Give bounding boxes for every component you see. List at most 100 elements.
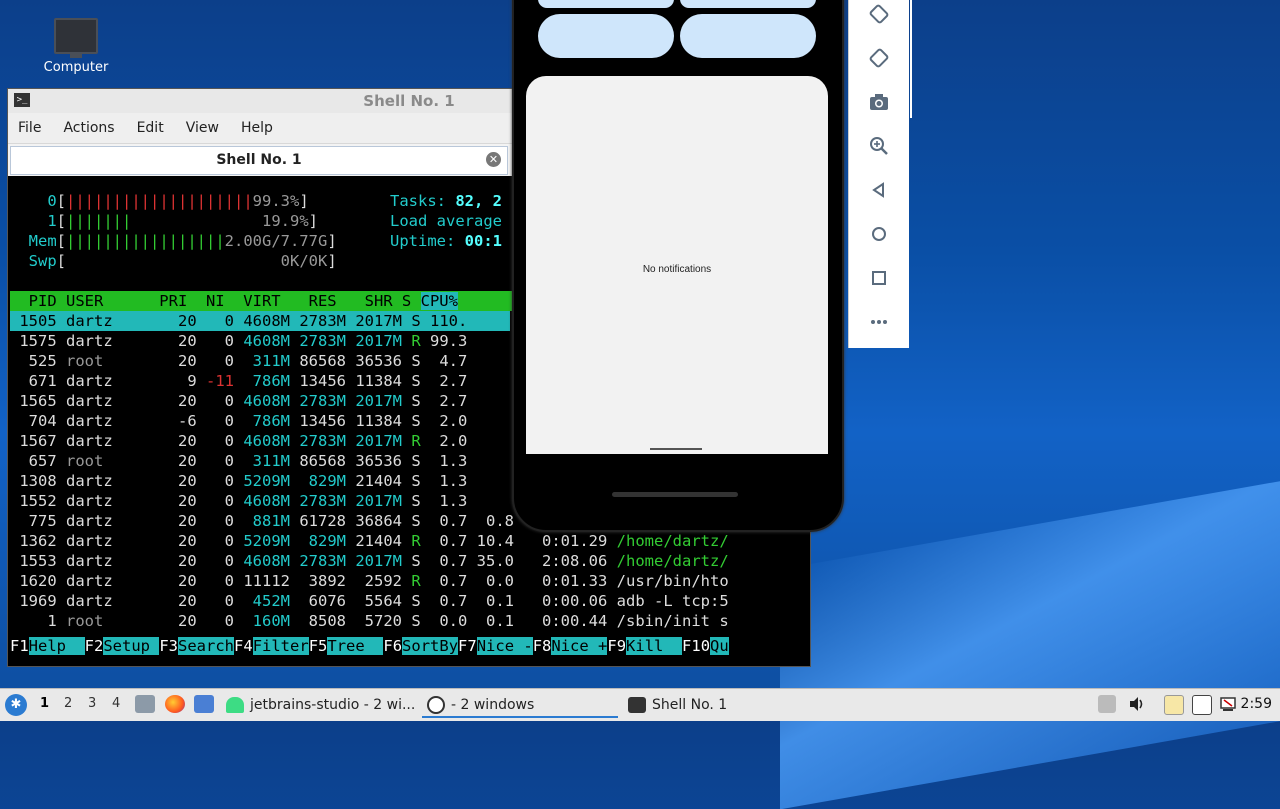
process-row[interactable]: 1620 dartz 20 0 11112 3892 2592 R 0.7 0.… (10, 571, 728, 591)
home-icon[interactable] (867, 222, 891, 246)
fkey-f7-label[interactable]: Nice - (476, 637, 533, 655)
column-headers[interactable]: PID USER PRI NI VIRT RES SHR S (10, 292, 421, 310)
task-jetbrains-studio[interactable]: jetbrains-studio - 2 wi... (226, 693, 415, 717)
menu-edit[interactable]: Edit (137, 120, 164, 136)
cell-pri: 20 (150, 312, 197, 330)
process-row[interactable]: 1 root 20 0 160M 8508 5720 S 0.0 0.1 0:0… (10, 611, 728, 631)
cell-mem: 0.0 (467, 572, 515, 590)
fkey-f3-label[interactable]: Search (178, 637, 235, 655)
cell-mem (467, 392, 514, 410)
process-row[interactable]: 1505 dartz 20 0 4608M 2783M 2017M S 110. (10, 311, 510, 331)
zoom-icon[interactable] (867, 134, 891, 158)
fkey-f9: F9 (607, 637, 627, 655)
cell-cpu: 0.7 (420, 592, 468, 610)
network-icon[interactable] (1219, 695, 1237, 713)
volume-icon[interactable] (1128, 695, 1146, 713)
quick-setting-tile[interactable] (680, 0, 816, 8)
computer-desktop-icon[interactable]: Computer (36, 18, 116, 75)
cell-shr: 21404 (346, 472, 402, 490)
fkey-f8-label[interactable]: Nice + (551, 637, 608, 655)
android-emulator-screen[interactable]: No notifications (512, 0, 844, 532)
rotate-right-icon[interactable] (867, 46, 891, 70)
cell-pid: 1308 (10, 472, 57, 490)
no-notifications-text: No notifications (642, 264, 712, 275)
start-menu-icon[interactable]: ✱ (5, 694, 27, 716)
meter-bar: ||||||||||||||||| (66, 232, 225, 250)
cell-res: 61728 (290, 512, 346, 530)
cell-res: 13456 (290, 412, 346, 430)
cell-mem (467, 312, 514, 330)
cell-virt: 4608M (234, 552, 290, 570)
menu-actions[interactable]: Actions (63, 120, 114, 136)
fkey-f9-label[interactable]: Kill (626, 637, 683, 655)
rotate-left-icon[interactable] (867, 2, 891, 26)
meter-value: 19.9% (262, 212, 309, 230)
desktop-icon[interactable] (194, 695, 214, 713)
cell-mem (467, 452, 514, 470)
fkey-f5-label[interactable]: Tree (327, 637, 384, 655)
cell-time: 0:01.29 (514, 532, 608, 550)
cell-shr: 2017M (346, 332, 402, 350)
cell-s: S (402, 552, 421, 570)
cell-virt: 4608M (234, 492, 290, 510)
cell-virt: 4608M (234, 392, 290, 410)
meter-bar: |||||||||||||||||||| (66, 192, 253, 210)
back-icon[interactable] (867, 178, 891, 202)
process-row[interactable]: 1362 dartz 20 0 5209M 829M 21404 R 0.7 1… (10, 531, 728, 551)
process-row[interactable]: 1553 dartz 20 0 4608M 2783M 2017M S 0.7 … (10, 551, 728, 571)
cell-pri: 20 (150, 472, 197, 490)
quick-setting-tile[interactable] (538, 14, 674, 58)
update-notifier-icon[interactable] (1098, 695, 1116, 713)
workspace-2[interactable]: 2 (64, 696, 72, 711)
cell-shr: 2017M (346, 312, 402, 330)
emulator-icon (427, 696, 445, 714)
camera-icon[interactable] (867, 90, 891, 114)
workspace-4[interactable]: 4 (112, 696, 120, 711)
cell-mem (467, 492, 514, 510)
fkey-f2-label[interactable]: Setup (103, 637, 160, 655)
cell-cpu: 2.0 (420, 432, 468, 450)
tab-shell-1[interactable]: Shell No. 1 ✕ (10, 146, 508, 175)
cell-mem: 0.8 (467, 512, 515, 530)
notification-panel[interactable]: No notifications (526, 76, 828, 454)
fkey-f10-label[interactable]: Qu (710, 637, 729, 655)
fkey-f6-label[interactable]: SortBy (402, 637, 459, 655)
cell-cpu: 2.0 (420, 412, 468, 430)
cell-pri: 20 (150, 352, 197, 370)
cell-pid: 1362 (10, 532, 57, 550)
quick-setting-tile[interactable] (680, 14, 816, 58)
cpu-column-header[interactable]: CPU% (420, 292, 458, 310)
gesture-nav-pill[interactable] (612, 492, 738, 497)
workspace-1[interactable]: 1 (40, 696, 49, 711)
cell-ni: 0 (196, 532, 234, 550)
menu-view[interactable]: View (186, 120, 219, 136)
cell-pid: 1575 (10, 332, 57, 350)
workspace-3[interactable]: 3 (88, 696, 96, 711)
fkey-f4-label[interactable]: Filter (252, 637, 309, 655)
task-shell[interactable]: Shell No. 1 (628, 693, 727, 717)
fkey-f1-label[interactable]: Help (28, 637, 85, 655)
tasks-summary: Tasks: 82, 2 (390, 191, 502, 211)
meter-label: Swp (28, 252, 57, 270)
panel-drag-handle[interactable] (650, 448, 702, 450)
menu-file[interactable]: File (18, 120, 41, 136)
file-manager-icon[interactable] (135, 695, 155, 713)
clock[interactable]: 2:59 (1241, 696, 1272, 712)
overview-icon[interactable] (867, 266, 891, 290)
fkey-f10: F10 (682, 637, 711, 655)
cell-cpu: 110. (420, 312, 468, 330)
process-row[interactable]: 1969 dartz 20 0 452M 6076 5564 S 0.7 0.1… (10, 591, 728, 611)
monitor-icon[interactable] (1192, 695, 1212, 715)
task-emulator[interactable]: - 2 windows (427, 693, 534, 717)
cell-res: 2783M (290, 432, 346, 450)
more-icon[interactable] (867, 310, 891, 334)
close-tab-icon[interactable]: ✕ (486, 152, 501, 167)
fkey-f7: F7 (458, 637, 477, 655)
firefox-icon[interactable] (165, 695, 185, 713)
clipboard-icon[interactable] (1164, 695, 1184, 715)
menu-help[interactable]: Help (241, 120, 273, 136)
quick-setting-tile[interactable] (538, 0, 674, 8)
cell-shr: 2017M (346, 492, 402, 510)
meter-label: 0 (47, 192, 57, 210)
cell-ni: 0 (196, 352, 234, 370)
